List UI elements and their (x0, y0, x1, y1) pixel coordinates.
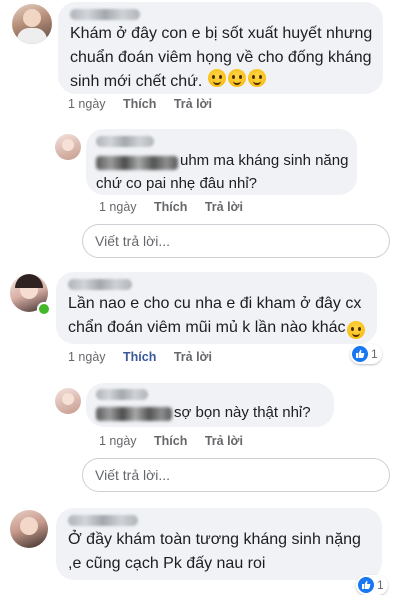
reply-time[interactable]: 1 ngày (99, 434, 137, 448)
avatar[interactable] (10, 510, 48, 548)
reply-input[interactable]: Viết trả lời... (82, 224, 390, 258)
like-button[interactable]: Thích (123, 97, 156, 111)
like-reaction-badge[interactable]: 1 (350, 344, 382, 364)
like-icon (352, 346, 368, 362)
reply-button[interactable]: Trả lời (205, 434, 243, 448)
comment-bubble: Ở đầy khám toàn tương kháng sinh nặng ,e… (56, 508, 382, 580)
comment-bubble: Khám ở đây con e bị sốt xuất huyết nhưng… (58, 2, 383, 94)
reply-bubble: uhm ma kháng sinh năng chứ co pai nhẹ đâ… (86, 129, 357, 195)
emoji-group (206, 69, 266, 89)
reply-actions: 1 ngày Thích Trả lời (99, 434, 243, 448)
reply-text: uhm ma kháng sinh năng chứ co pai nhẹ đâ… (96, 152, 349, 192)
crying-laughing-emoji-icon (228, 69, 246, 87)
comment-actions: 1 ngày Thích Trả lời (68, 350, 212, 364)
reply-text: sợ bọn này thật nhỉ? (174, 404, 311, 421)
reaction-count: 1 (377, 578, 384, 592)
avatar[interactable] (55, 388, 81, 414)
comment-time[interactable]: 1 ngày (68, 97, 106, 111)
reply-bubble: sợ bọn này thật nhỉ? (86, 383, 334, 427)
crying-laughing-emoji-icon (208, 69, 226, 87)
sweat-smile-emoji-icon (347, 321, 365, 339)
comment-bubble: Lần nao e cho cu nha e đi kham ở đây cx … (56, 272, 377, 344)
like-button[interactable]: Thích (123, 350, 156, 364)
like-reaction-badge[interactable]: 1 (356, 575, 388, 595)
commenter-name[interactable] (70, 9, 140, 20)
commenter-name[interactable] (96, 389, 148, 400)
online-status-icon (37, 302, 51, 316)
comment-text: Ở đầy khám toàn tương kháng sinh nặng ,e… (68, 531, 361, 572)
comment-actions: 1 ngày Thích Trả lời (68, 97, 212, 111)
avatar[interactable] (55, 134, 81, 160)
commenter-name[interactable] (96, 136, 154, 147)
like-icon (358, 577, 374, 593)
comment-time[interactable]: 1 ngày (68, 350, 106, 364)
reply-button[interactable]: Trả lời (174, 97, 212, 111)
reply-input[interactable]: Viết trả lời... (82, 458, 390, 492)
reply-time[interactable]: 1 ngày (99, 200, 137, 214)
commenter-name[interactable] (68, 279, 132, 290)
reply-button[interactable]: Trả lời (205, 200, 243, 214)
reaction-count: 1 (371, 347, 378, 361)
crying-laughing-emoji-icon (248, 69, 266, 87)
avatar[interactable] (12, 4, 52, 44)
like-button[interactable]: Thích (154, 200, 187, 214)
reply-actions: 1 ngày Thích Trả lời (99, 200, 243, 214)
comment-text: Lần nao e cho cu nha e đi kham ở đây cx … (68, 295, 362, 336)
commenter-name[interactable] (68, 515, 138, 526)
like-button[interactable]: Thích (154, 434, 187, 448)
reply-button[interactable]: Trả lời (174, 350, 212, 364)
